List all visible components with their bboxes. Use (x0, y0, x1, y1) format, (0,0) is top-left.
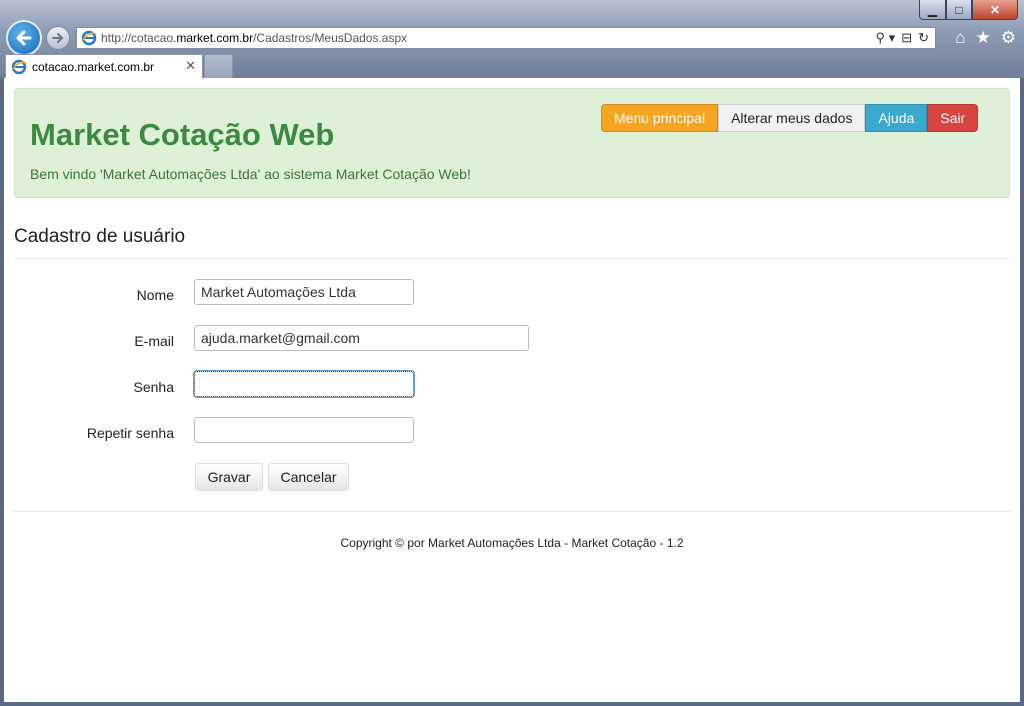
repetir-senha-input[interactable] (194, 417, 414, 443)
address-tools: ⚲ ▾ ⊟ ↻ (876, 30, 929, 46)
welcome-message: Bem vindo 'Market Automações Ltda' ao si… (30, 166, 471, 182)
browser-chrome: ▁ □ ✕ http://cotacao. market.com.br/Cadas… (0, 0, 1024, 78)
menu-principal-button[interactable]: Menu principal (601, 104, 719, 132)
search-icon[interactable]: ⚲ ▾ (876, 30, 896, 46)
refresh-icon[interactable]: ↻ (918, 30, 929, 46)
email-label: E-mail (134, 333, 174, 349)
new-tab-button[interactable] (204, 54, 233, 78)
page-title: Cadastro de usuário (14, 226, 186, 247)
gear-icon[interactable]: ⚙ (1001, 28, 1016, 48)
senha-input[interactable] (194, 371, 414, 397)
cancelar-button[interactable]: Cancelar (268, 463, 349, 491)
address-bar[interactable]: http://cotacao. market.com.br/Cadastros/M… (76, 27, 936, 49)
window-controls: ▁ □ ✕ (919, 0, 1018, 20)
nome-label: Nome (136, 287, 174, 303)
url-prefix: http://cotacao. (101, 31, 177, 45)
ajuda-button[interactable]: Ajuda (865, 104, 928, 132)
ie-logo-icon (11, 59, 27, 74)
url-host: market.com.br (176, 31, 254, 45)
footer-copyright: Copyright © por Market Automações Ltda -… (340, 536, 684, 550)
divider (14, 511, 1010, 512)
page-content: Market Cotação Web Bem vindo 'Market Aut… (4, 78, 1020, 702)
alterar-dados-button[interactable]: Alterar meus dados (718, 104, 866, 132)
repetir-senha-label: Repetir senha (86, 425, 174, 441)
arrow-left-icon (16, 30, 32, 46)
senha-label: Senha (133, 379, 174, 395)
nav-button-group: Menu principal Alterar meus dados Ajuda … (601, 104, 979, 132)
arrow-right-icon (52, 33, 64, 43)
minimize-button[interactable]: ▁ (919, 0, 946, 20)
forward-button[interactable] (46, 26, 70, 50)
compatibility-icon[interactable]: ⊟ (901, 30, 912, 46)
favorites-icon[interactable]: ★ (976, 28, 991, 48)
nome-input[interactable] (194, 279, 414, 305)
back-button[interactable] (6, 20, 42, 56)
header-jumbotron: Market Cotação Web Bem vindo 'Market Aut… (14, 88, 1010, 198)
close-window-button[interactable]: ✕ (972, 0, 1018, 20)
browser-toolbar-icons: ⌂ ★ ⚙ (955, 28, 1016, 48)
app-title: Market Cotação Web (30, 117, 335, 152)
sair-button[interactable]: Sair (927, 104, 979, 132)
tab-title: cotacao.market.com.br (32, 59, 155, 74)
home-icon[interactable]: ⌂ (955, 28, 965, 48)
divider (14, 258, 1010, 259)
ie-logo-icon (81, 30, 97, 46)
browser-tab[interactable]: cotacao.market.com.br ✕ (5, 54, 203, 78)
maximize-button[interactable]: □ (946, 0, 972, 20)
gravar-button[interactable]: Gravar (195, 463, 263, 491)
close-tab-icon[interactable]: ✕ (185, 58, 196, 74)
email-input[interactable] (194, 325, 529, 351)
url-path: /Cadastros/MeusDados.aspx (253, 31, 408, 45)
